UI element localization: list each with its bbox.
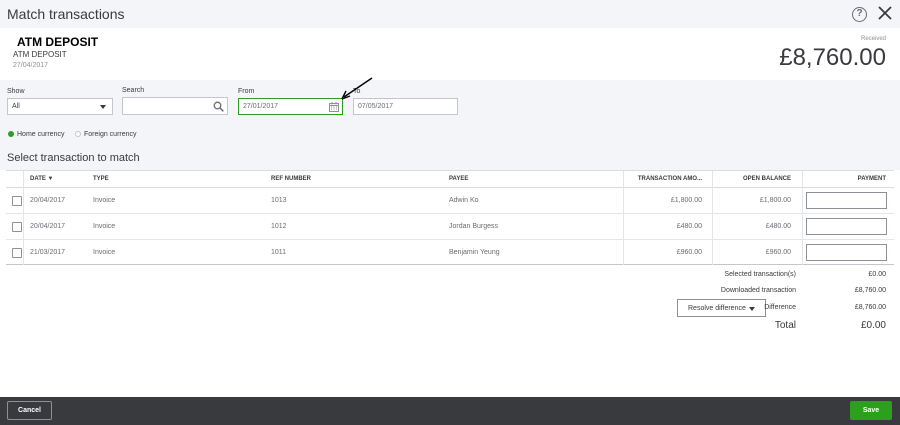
row-checkbox[interactable] <box>12 248 22 258</box>
transaction-name: ATM DEPOSIT <box>17 35 99 49</box>
search-input[interactable] <box>122 97 228 115</box>
row-payee: Jordan Burgess <box>449 223 499 230</box>
row-open-balance: £960.00 <box>765 249 791 256</box>
payment-input[interactable] <box>806 192 887 209</box>
row-amount: £480.00 <box>676 223 702 230</box>
transaction-description: ATM DEPOSIT <box>13 50 67 59</box>
column-payment: PAYMENT <box>857 176 886 182</box>
downloaded-transaction-value: £8,760.00 <box>854 287 886 294</box>
payment-input[interactable] <box>806 244 887 261</box>
foreign-currency-radio[interactable]: Foreign currency <box>75 131 137 138</box>
resolve-difference-label: Resolve difference <box>688 305 746 312</box>
received-amount: £8,760.00 <box>779 44 886 71</box>
row-open-balance: £480.00 <box>765 223 791 230</box>
column-transaction-amount: TRANSACTION AMO... <box>637 176 702 182</box>
table-header: DATE ▼ TYPE REF NUMBER PAYEE TRANSACTION… <box>6 171 894 188</box>
transaction-date: 27/04/2017 <box>13 62 49 69</box>
row-date: 21/03/2017 <box>30 249 66 256</box>
close-icon[interactable] <box>877 5 895 23</box>
cancel-button[interactable]: Cancel <box>7 401 52 420</box>
row-amount: £1,800.00 <box>670 197 702 204</box>
row-ref: 1011 <box>271 249 287 256</box>
footer-bar: Cancel Save <box>0 397 900 425</box>
title-bar: Match transactions ? <box>0 0 900 28</box>
table-row: 21/03/2017 Invoice 1011 Benjamin Yeung £… <box>6 240 894 266</box>
show-select[interactable]: All <box>7 98 113 115</box>
downloaded-transaction-label: Downloaded transaction <box>720 287 796 294</box>
row-type: Invoice <box>93 223 116 230</box>
transactions-table: DATE ▼ TYPE REF NUMBER PAYEE TRANSACTION… <box>6 170 894 265</box>
received-label: Received <box>860 36 886 42</box>
arrow-annotation-icon <box>338 75 378 110</box>
search-label: Search <box>122 87 145 94</box>
column-type: TYPE <box>93 176 109 182</box>
row-amount: £960.00 <box>676 249 702 256</box>
foreign-currency-label: Foreign currency <box>84 131 137 138</box>
table-row: 20/04/2017 Invoice 1013 Adwin Ko £1,800.… <box>6 188 894 214</box>
total-value: £0.00 <box>860 320 886 331</box>
help-icon[interactable]: ? <box>852 7 867 22</box>
selected-transactions-value: £0.00 <box>868 271 886 278</box>
save-button[interactable]: Save <box>850 401 892 420</box>
row-type: Invoice <box>93 249 116 256</box>
table-row: 20/04/2017 Invoice 1012 Jordan Burgess £… <box>6 214 894 240</box>
home-currency-label: Home currency <box>17 131 65 138</box>
row-type: Invoice <box>93 197 116 204</box>
row-ref: 1012 <box>271 223 287 230</box>
column-open-balance: OPEN BALANCE <box>742 176 791 182</box>
row-ref: 1013 <box>271 197 287 204</box>
home-currency-radio[interactable]: Home currency <box>8 131 64 138</box>
show-select-value: All <box>12 103 20 110</box>
search-icon[interactable] <box>213 101 224 114</box>
filters-panel: Show All Search From 27/01/2017 To 07/05… <box>0 77 900 170</box>
from-date-value: 27/01/2017 <box>243 103 279 110</box>
resolve-difference-button[interactable]: Resolve difference <box>677 299 766 317</box>
row-checkbox[interactable] <box>12 222 22 232</box>
transaction-header: ATM DEPOSIT ATM DEPOSIT 27/04/2017 Recei… <box>0 28 900 80</box>
radio-unselected-indicator <box>75 131 81 138</box>
selected-transactions-label: Selected transaction(s) <box>724 271 796 278</box>
chevron-down-icon <box>749 307 755 311</box>
total-label: Total <box>774 320 796 331</box>
difference-value: £8,760.00 <box>854 304 886 311</box>
row-checkbox[interactable] <box>12 196 22 206</box>
row-open-balance: £1,800.00 <box>759 197 791 204</box>
column-date[interactable]: DATE ▼ <box>30 176 54 182</box>
chevron-down-icon <box>100 105 106 109</box>
difference-label: Difference <box>764 304 796 311</box>
column-ref-number: REF NUMBER <box>271 176 311 182</box>
row-payee: Benjamin Yeung <box>449 249 500 256</box>
column-payee: PAYEE <box>449 176 469 182</box>
payment-input[interactable] <box>806 218 887 235</box>
row-payee: Adwin Ko <box>449 197 479 204</box>
show-label: Show <box>7 88 25 95</box>
from-label: From <box>238 88 255 95</box>
from-date-input[interactable]: 27/01/2017 <box>238 98 343 115</box>
radio-selected-indicator <box>8 131 14 138</box>
dialog-title: Match transactions <box>7 6 125 22</box>
section-title: Select transaction to match <box>7 152 140 164</box>
row-date: 20/04/2017 <box>30 197 66 204</box>
row-date: 20/04/2017 <box>30 223 66 230</box>
